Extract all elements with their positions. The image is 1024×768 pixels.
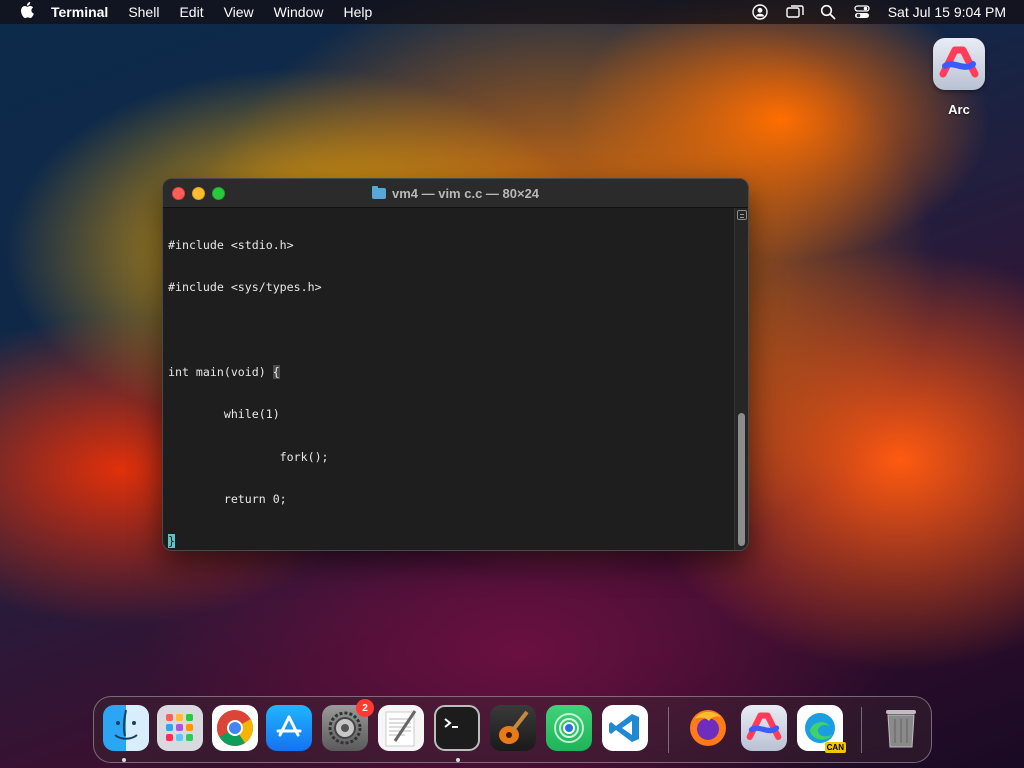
menu-window[interactable]: Window bbox=[274, 4, 324, 20]
code-line: #include <sys/types.h> bbox=[168, 280, 322, 295]
chrome-icon[interactable] bbox=[212, 705, 258, 751]
window-title-group: vm4 — vim c.c — 80×24 bbox=[163, 185, 748, 201]
finder-icon[interactable] bbox=[103, 705, 149, 751]
arc-browser-icon bbox=[933, 38, 985, 90]
notification-badge: 2 bbox=[356, 699, 374, 717]
edge-canary-icon[interactable]: CAN bbox=[797, 705, 846, 753]
running-indicator bbox=[122, 758, 126, 762]
textedit-icon[interactable] bbox=[378, 705, 424, 751]
menu-help[interactable]: Help bbox=[343, 4, 372, 20]
traffic-lights bbox=[172, 187, 225, 200]
garageband-icon[interactable] bbox=[490, 705, 536, 751]
find-my-icon[interactable] bbox=[546, 705, 592, 751]
window-titlebar[interactable]: vm4 — vim c.c — 80×24 bbox=[163, 179, 748, 208]
code-line: return 0; bbox=[168, 491, 287, 506]
app-store-icon[interactable] bbox=[266, 705, 312, 751]
minimize-button[interactable] bbox=[192, 187, 205, 200]
trash-icon[interactable] bbox=[878, 705, 924, 751]
control-center-icon[interactable] bbox=[854, 4, 870, 20]
code-line-main: int main(void) { bbox=[168, 365, 734, 380]
dock-separator bbox=[668, 707, 669, 753]
scrollbar-menu-icon[interactable] bbox=[737, 210, 747, 220]
menu-app-name[interactable]: Terminal bbox=[51, 4, 108, 20]
apple-logo-icon[interactable] bbox=[17, 1, 37, 23]
scrollbar[interactable] bbox=[734, 208, 748, 550]
firefox-icon[interactable] bbox=[685, 705, 731, 751]
vscode-icon[interactable] bbox=[602, 705, 648, 751]
canary-label: CAN bbox=[824, 742, 846, 753]
terminal-icon[interactable] bbox=[434, 705, 480, 751]
desktop-icon-arc[interactable]: Arc bbox=[930, 38, 988, 117]
dock-separator bbox=[861, 707, 862, 753]
launchpad-icon[interactable] bbox=[157, 705, 203, 751]
matched-brace: { bbox=[272, 365, 280, 380]
window-title: vm4 — vim c.c — 80×24 bbox=[391, 185, 540, 201]
terminal-window: vm4 — vim c.c — 80×24 #include <stdio.h>… bbox=[162, 178, 749, 551]
spotlight-search-icon[interactable] bbox=[820, 4, 836, 20]
arc-browser-icon[interactable] bbox=[741, 705, 787, 751]
scrollbar-thumb[interactable] bbox=[738, 413, 745, 546]
code-line: #include <stdio.h> bbox=[168, 238, 294, 253]
status-area: Sat Jul 15 9:04 PM bbox=[752, 4, 1024, 20]
running-indicator bbox=[456, 758, 460, 762]
menu-clock[interactable]: Sat Jul 15 9:04 PM bbox=[888, 4, 1006, 20]
menu-edit[interactable]: Edit bbox=[179, 4, 203, 20]
user-account-icon[interactable] bbox=[752, 4, 768, 20]
desktop-icon-label: Arc bbox=[948, 102, 970, 117]
terminal-content[interactable]: #include <stdio.h> #include <sys/types.h… bbox=[163, 208, 734, 550]
code-line: while(1) bbox=[168, 407, 280, 422]
menu-shell[interactable]: Shell bbox=[128, 4, 159, 20]
screen-mirroring-icon[interactable] bbox=[786, 4, 804, 20]
folder-icon bbox=[371, 185, 386, 199]
menu-view[interactable]: View bbox=[224, 4, 254, 20]
system-settings-icon[interactable]: 2 bbox=[322, 699, 374, 751]
menu-bar: Terminal Shell Edit View Window Help Sat… bbox=[0, 0, 1024, 24]
text-cursor: } bbox=[168, 534, 175, 549]
code-line: fork(); bbox=[168, 449, 329, 464]
dock: 2 CAN bbox=[93, 696, 932, 763]
code-line-cursor: } bbox=[168, 534, 734, 549]
zoom-button[interactable] bbox=[212, 187, 225, 200]
code-text: int main(void) bbox=[168, 365, 273, 380]
close-button[interactable] bbox=[172, 187, 185, 200]
